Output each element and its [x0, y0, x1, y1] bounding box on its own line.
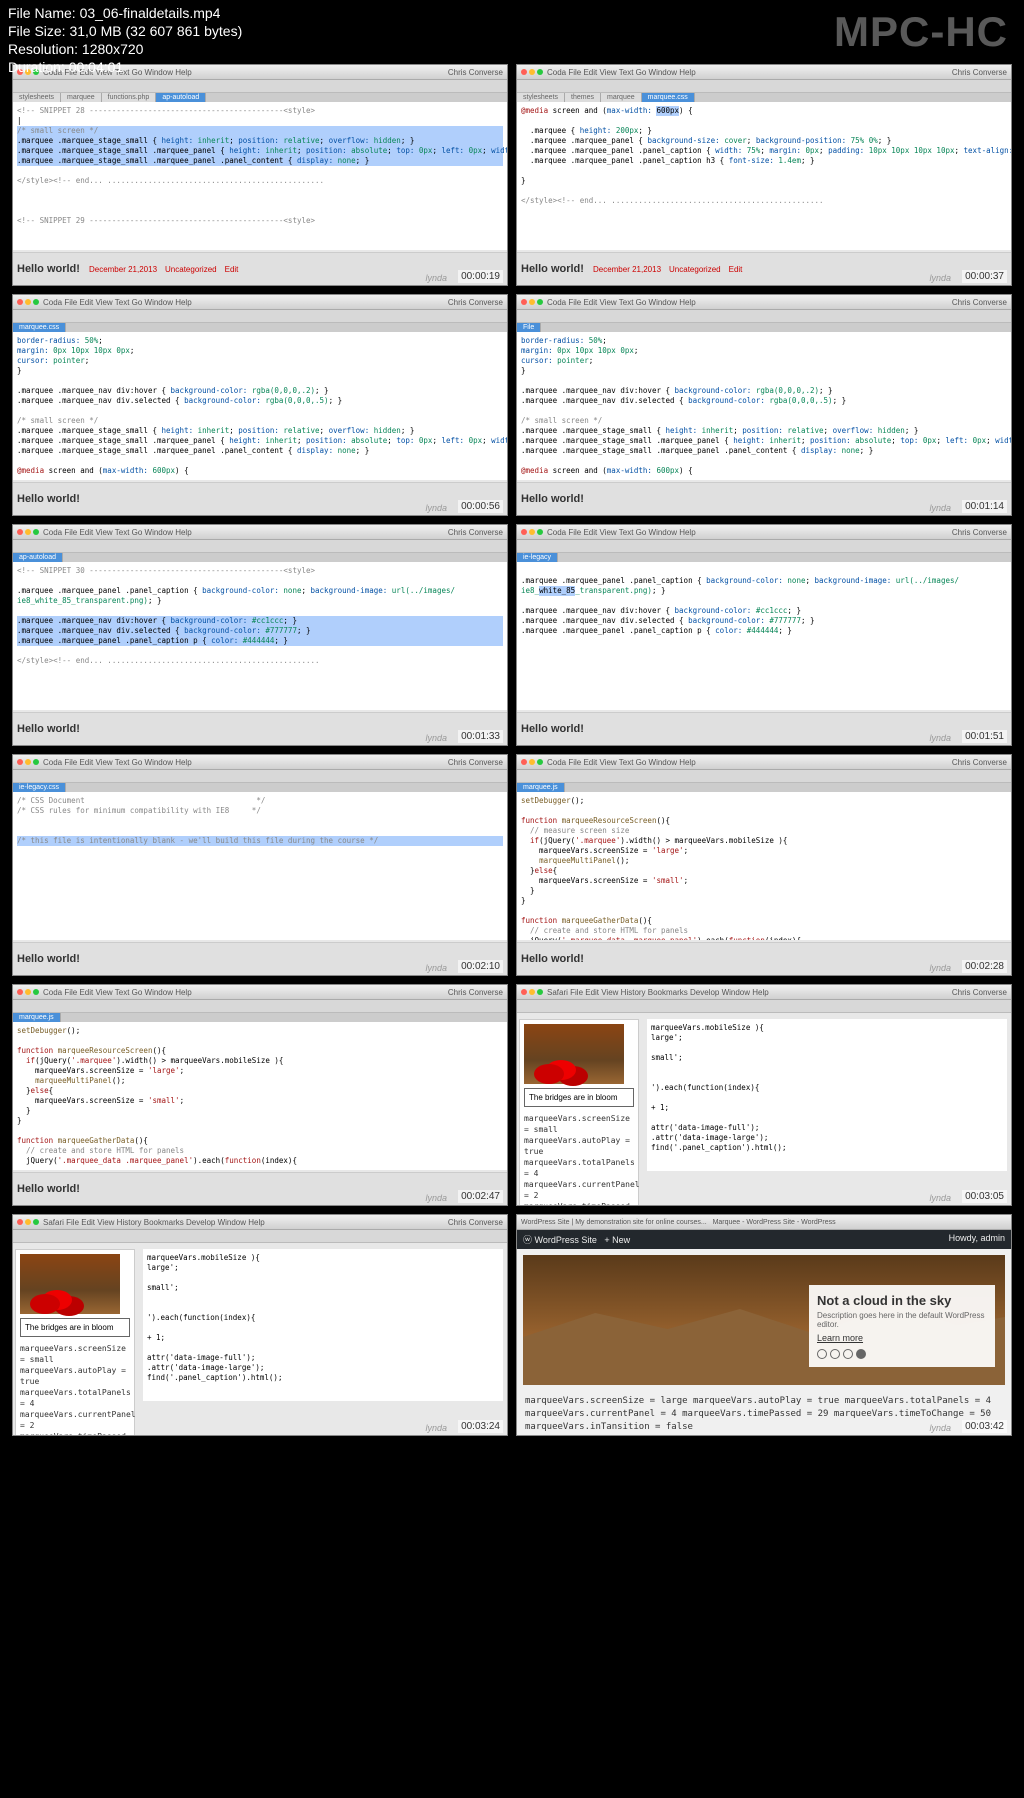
debug-vars: marqueeVars.screenSize = small marqueeVa…	[524, 1113, 634, 1206]
wp-admin-bar[interactable]: ⓦ WordPress Site + New Howdy, admin	[517, 1230, 1011, 1249]
code-editor[interactable]: @media screen and (max-width: 600px) { .…	[517, 102, 1011, 250]
code-editor[interactable]: border-radius: 50%; margin: 0px 10px 10p…	[517, 332, 1011, 480]
mpc-watermark: MPC-HC	[834, 8, 1008, 56]
frame-4: Coda File Edit View Text Go Window HelpC…	[516, 294, 1012, 516]
code-editor[interactable]: marqueeVars.mobileSize ){ large'; small'…	[647, 1019, 1007, 1171]
image-caption: The bridges are in bloom	[524, 1088, 634, 1107]
code-editor[interactable]: marqueeVars.mobileSize ){ large'; small'…	[143, 1249, 503, 1401]
frame-5: Coda File Edit View Text Go Window HelpC…	[12, 524, 508, 746]
tab-strip: stylesheetsmarqueefunctions.phpap-autolo…	[13, 93, 507, 102]
frame-7: Coda File Edit View Text Go Window HelpC…	[12, 754, 508, 976]
file-metadata: File Name: 03_06-finaldetails.mp4 File S…	[8, 4, 242, 76]
frame-8: Coda File Edit View Text Go Window HelpC…	[516, 754, 1012, 976]
timestamp: 00:00:19	[458, 270, 503, 283]
preview-sidebar: The bridges are in bloom marqueeVars.scr…	[15, 1249, 135, 1436]
toolbar	[13, 80, 507, 93]
hero-image: Not a cloud in the sky Description goes …	[523, 1255, 1005, 1385]
frame-6: Coda File Edit View Text Go Window HelpC…	[516, 524, 1012, 746]
preview-image	[524, 1024, 624, 1084]
frame-11: Safari File Edit View History Bookmarks …	[12, 1214, 508, 1436]
code-editor[interactable]: setDebugger(); function marqueeResourceS…	[517, 792, 1011, 940]
wp-howdy[interactable]: Howdy, admin	[949, 1233, 1005, 1246]
lynda-watermark: lynda	[425, 273, 447, 283]
hero-title: Not a cloud in the sky	[817, 1293, 987, 1308]
frame-1: Coda File Edit View Text Go Window HelpC…	[12, 64, 508, 286]
hero-overlay: Not a cloud in the sky Description goes …	[809, 1285, 995, 1367]
meta-filesize: File Size: 31,0 MB (32 607 861 bytes)	[8, 22, 242, 40]
code-editor[interactable]: /* CSS Document */ /* CSS rules for mini…	[13, 792, 507, 940]
frame-2: Coda File Edit View Text Go Window HelpC…	[516, 64, 1012, 286]
meta-filename: File Name: 03_06-finaldetails.mp4	[8, 4, 242, 22]
code-editor[interactable]: setDebugger(); function marqueeResourceS…	[13, 1022, 507, 1170]
meta-resolution: Resolution: 1280x720	[8, 40, 242, 58]
hero-description: Description goes here in the default Wor…	[817, 1311, 987, 1329]
code-editor[interactable]: <!-- SNIPPET 30 ------------------------…	[13, 562, 507, 710]
frame-3: Coda File Edit View Text Go Window HelpC…	[12, 294, 508, 516]
code-editor[interactable]: <!-- SNIPPET 28 ------------------------…	[13, 102, 507, 250]
preview-sidebar: The bridges are in bloom marqueeVars.scr…	[519, 1019, 639, 1206]
frame-12: WordPress Site | My demonstration site f…	[516, 1214, 1012, 1436]
thumbnail-grid: Coda File Edit View Text Go Window HelpC…	[12, 64, 1012, 1436]
wp-logo-icon[interactable]: ⓦ	[523, 1235, 532, 1245]
pager-dots[interactable]	[817, 1349, 987, 1359]
frame-9: Coda File Edit View Text Go Window HelpC…	[12, 984, 508, 1206]
code-editor[interactable]: .marquee .marquee_panel .panel_caption {…	[517, 562, 1011, 710]
meta-duration: Duration: 00:04:01	[8, 58, 242, 76]
learn-more-link[interactable]: Learn more	[817, 1333, 987, 1343]
frame-10: Safari File Edit View History Bookmarks …	[516, 984, 1012, 1206]
code-editor[interactable]: border-radius: 50%; margin: 0px 10px 10p…	[13, 332, 507, 480]
